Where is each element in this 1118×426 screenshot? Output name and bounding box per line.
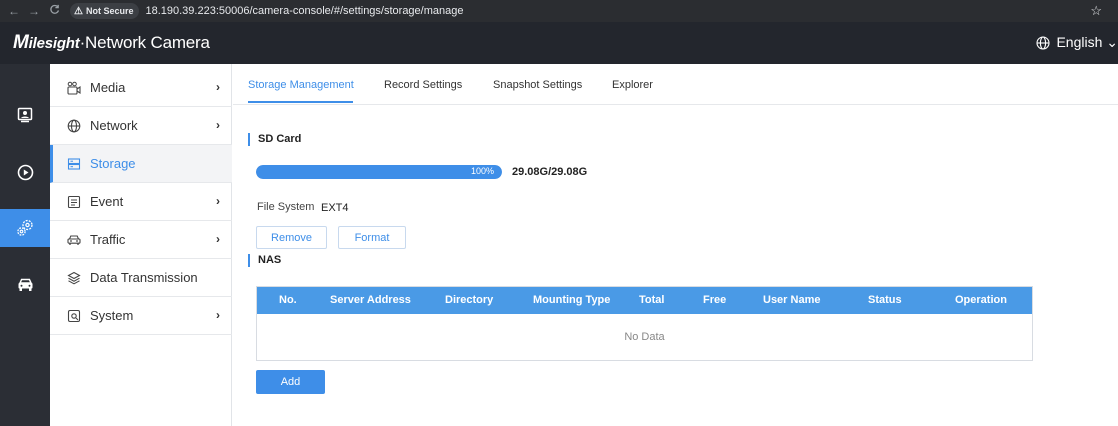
rail-settings[interactable] <box>0 209 50 247</box>
column-header-total: Total <box>639 294 665 306</box>
sidebar-item-label: Storage <box>90 156 136 171</box>
active-tab-indicator <box>248 101 353 103</box>
main-nav-rail <box>0 64 50 426</box>
sidebar-item-storage[interactable]: Storage <box>50 145 232 183</box>
security-badge[interactable]: ⚠ Not Secure <box>70 3 140 19</box>
globe-icon <box>67 119 81 133</box>
language-label: English ⌄ <box>1056 34 1118 50</box>
browser-toolbar: ← → ⚠ Not Secure 18.190.39.223:50006/cam… <box>0 0 1118 22</box>
column-header-no: No. <box>279 294 297 306</box>
chevron-right-icon: › <box>216 118 220 132</box>
chevron-right-icon: › <box>216 308 220 322</box>
sidebar-item-label: Event <box>90 194 124 209</box>
sd-usage-percent: 100% <box>470 166 494 176</box>
sidebar-item-data-transmission[interactable]: Data Transmission <box>50 259 232 297</box>
nas-table-header: No. Server Address Directory Mounting Ty… <box>257 287 1032 314</box>
sidebar-item-label: Data Transmission <box>90 270 198 285</box>
sidebar-item-event[interactable]: Event › <box>50 183 232 221</box>
warning-icon: ⚠ <box>74 5 83 17</box>
tab-snapshot-settings[interactable]: Snapshot Settings <box>493 79 582 91</box>
tab-storage-management[interactable]: Storage Management <box>248 79 354 91</box>
sd-card-section-title: SD Card <box>248 133 301 146</box>
event-icon <box>67 195 81 209</box>
sidebar-item-label: System <box>90 308 134 323</box>
not-secure-label: Not Secure <box>85 6 134 16</box>
tab-bar: Storage Management Record Settings Snaps… <box>233 64 1118 105</box>
bookmark-star-icon[interactable]: ☆ <box>1090 3 1102 19</box>
media-icon <box>67 81 81 95</box>
storage-icon <box>67 157 81 171</box>
rail-vehicle[interactable] <box>0 265 50 303</box>
rail-playback[interactable] <box>0 153 50 191</box>
globe-icon <box>1036 35 1051 50</box>
sidebar-item-label: Media <box>90 80 126 95</box>
chevron-right-icon: › <box>216 232 220 246</box>
sd-usage-fill: 100% <box>256 165 502 179</box>
sidebar-item-label: Traffic <box>90 232 126 247</box>
rail-live-view[interactable] <box>0 96 50 134</box>
sidebar-item-traffic[interactable]: Traffic › <box>50 221 232 259</box>
url-text[interactable]: 18.190.39.223:50006/camera-console/#/set… <box>145 5 463 17</box>
add-nas-button[interactable]: Add <box>256 370 325 394</box>
sidebar-item-media[interactable]: Media › <box>50 69 232 107</box>
chevron-right-icon: › <box>216 80 220 94</box>
column-header-user-name: User Name <box>763 294 821 306</box>
system-icon <box>67 309 81 323</box>
product-name: ·Network Camera <box>79 33 210 52</box>
reload-icon[interactable] <box>44 4 64 18</box>
brand-logo: Milesight·Network Camera <box>13 32 210 54</box>
nas-section-title: NAS <box>248 254 281 267</box>
app-header: Milesight·Network Camera English ⌄ <box>0 22 1118 64</box>
playback-icon <box>17 164 33 180</box>
column-header-free: Free <box>703 294 727 306</box>
sidebar-item-system[interactable]: System › <box>50 297 232 335</box>
column-header-status: Status <box>868 294 902 306</box>
language-selector[interactable]: English ⌄ <box>1036 34 1118 51</box>
brand-name: Milesight <box>13 32 80 53</box>
forward-arrow-icon[interactable]: → <box>24 4 44 18</box>
column-header-operation: Operation <box>955 294 1007 306</box>
column-header-server-address: Server Address <box>330 294 411 306</box>
format-button[interactable]: Format <box>338 226 406 249</box>
car-icon <box>67 233 81 247</box>
back-arrow-icon[interactable]: ← <box>4 4 24 18</box>
sidebar-item-network[interactable]: Network › <box>50 107 232 145</box>
nas-table: No. Server Address Directory Mounting Ty… <box>256 286 1033 361</box>
settings-sidebar: Media › Network › Storage Event › Traffi… <box>50 64 232 426</box>
sd-usage-progress: 100% <box>256 165 502 179</box>
chevron-right-icon: › <box>216 194 220 208</box>
remove-button[interactable]: Remove <box>256 226 327 249</box>
settings-icon <box>17 219 33 236</box>
column-header-directory: Directory <box>445 294 494 306</box>
address-bar[interactable]: ⚠ Not Secure 18.190.39.223:50006/camera-… <box>70 2 463 20</box>
layers-icon <box>67 271 81 285</box>
file-system-label: File System <box>257 201 315 213</box>
tab-explorer[interactable]: Explorer <box>612 79 653 91</box>
tab-record-settings[interactable]: Record Settings <box>384 79 462 91</box>
empty-state-text: No Data <box>624 331 665 343</box>
main-content: Storage Management Record Settings Snaps… <box>233 64 1118 426</box>
sd-capacity: 29.08G/29.08G <box>512 166 588 178</box>
sidebar-item-label: Network <box>90 118 138 133</box>
file-system-value: EXT4 <box>321 202 349 214</box>
live-view-icon <box>17 107 33 123</box>
vehicle-icon <box>18 278 32 291</box>
column-header-mounting-type: Mounting Type <box>533 294 611 306</box>
